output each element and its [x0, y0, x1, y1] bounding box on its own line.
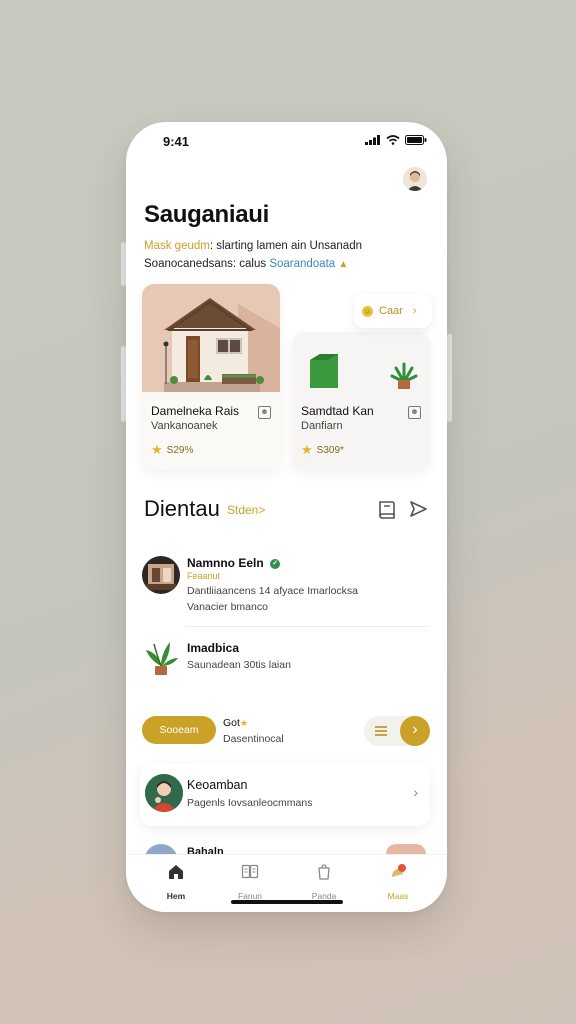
star-icon: ★ [151, 442, 163, 457]
coin-chip[interactable]: ☺ Caar › [354, 294, 432, 328]
row-tag: Feaanut [187, 571, 221, 581]
action-subtitle: Dasentinocal [223, 733, 284, 745]
room-thumbnail [142, 556, 180, 594]
list-item[interactable]: Imadbica Saunadean 30tis laian [142, 638, 432, 680]
home-icon [169, 865, 183, 879]
person-thumbnail [145, 774, 183, 812]
divider [186, 626, 428, 627]
list-item-card[interactable]: Keoamban Pagenls Iovsanleocmmans › [140, 764, 430, 826]
subtitle-accent: Mask geudm [144, 240, 210, 252]
bookmark-icon[interactable]: ☻ [408, 406, 421, 419]
status-time: 9:41 [163, 134, 190, 149]
verified-icon: ✓ [270, 558, 281, 569]
property-card[interactable]: Samdtad Kan Danfiarn ★ S309* ☻ [292, 332, 430, 470]
power-button [447, 334, 452, 422]
row-name: Imadbica [187, 641, 240, 655]
wifi-icon [386, 135, 400, 145]
row-name-text: Namnno Eeln [187, 556, 264, 570]
tab-maps[interactable]: Maas [373, 863, 423, 901]
home-indicator [231, 900, 343, 904]
tab-forum[interactable]: Fanun [225, 863, 275, 901]
signal-icon [365, 135, 380, 145]
thumbs-up-icon: ▲ [338, 259, 349, 270]
view-toggle[interactable]: › [364, 716, 430, 746]
chevron-right-icon: › [412, 305, 417, 317]
action-title-text: Got [223, 717, 240, 729]
action-title: Got★ [223, 717, 248, 729]
page-subtitle-2: Soanocanedsans: calus Soarandoata ▲ [144, 258, 348, 270]
person-image [145, 774, 183, 812]
plant-thumbnail [142, 638, 180, 676]
section-link[interactable]: Stden> [227, 503, 265, 517]
star-icon: ★ [301, 442, 313, 457]
send-icon[interactable] [408, 499, 428, 519]
room-image [142, 556, 180, 594]
subtitle-text: : slarting lamen ain Unsanadn [209, 240, 362, 252]
subtitle2-link[interactable]: Soarandoata [269, 258, 335, 270]
chip-label: Caar [379, 305, 403, 317]
row-line: Dantliiaancens 14 afyace Imarlocksa [187, 585, 359, 597]
card-price: ★ S309* [301, 442, 344, 458]
list-icon[interactable] [374, 724, 388, 738]
row-line: Saunadean 30tis laian [187, 659, 291, 671]
page-subtitle: Mask geudm: slarting lamen ain Unsanadn [144, 240, 362, 252]
house-image [142, 284, 280, 392]
chevron-right-icon[interactable]: › [413, 784, 418, 800]
row-name: Namnno Eeln ✓ [187, 556, 281, 570]
card-price-value: S29% [166, 444, 194, 456]
book-icon[interactable] [377, 499, 397, 519]
tab-label: Maas [387, 891, 409, 901]
tab-home[interactable]: Hem [151, 863, 201, 901]
list-card-name: Keoamban [187, 778, 248, 792]
avatar-icon [403, 167, 427, 191]
card-price: ★ S29% [151, 442, 193, 458]
plant-image [146, 642, 178, 675]
coin-icon: ☺ [362, 305, 373, 317]
primary-action-button[interactable]: Sooeam [142, 716, 216, 744]
tab-panda[interactable]: Panda [299, 863, 349, 901]
next-arrow-button[interactable]: › [400, 716, 430, 746]
profile-avatar[interactable] [403, 167, 427, 191]
battery-icon [405, 135, 427, 145]
status-bar: 9:41 [126, 122, 447, 162]
row-line: Vanacier bmanco [187, 601, 268, 613]
page-title: Sauganiaui [144, 201, 270, 228]
list-card-subtitle: Pagenls Iovsanleocmmans [187, 797, 313, 809]
card-subtitle: Vankanoanek [151, 420, 218, 432]
subtitle2-text: Soanocanedsans: calus [144, 258, 270, 270]
star-icon: ★ [239, 718, 249, 728]
card-title: Samdtad Kan [301, 404, 374, 418]
bookmark-icon[interactable]: ☻ [258, 406, 271, 419]
card-subtitle: Danfiarn [301, 420, 343, 432]
bag-icon [318, 864, 330, 880]
book-icon [241, 864, 259, 879]
status-icons [365, 135, 427, 145]
list-item[interactable]: Namnno Eeln ✓ Feaanut Dantliiaancens 14 … [142, 556, 432, 616]
card-title: Damelneka Rais [151, 404, 240, 418]
section-title: Dientau [144, 496, 220, 521]
map-pin-icon [392, 864, 406, 877]
plants-image [292, 332, 430, 394]
property-card[interactable]: Damelneka Rais Vankanoanek ★ S29% ☻ [142, 284, 280, 470]
card-price-value: S309* [316, 444, 344, 456]
phone-screen: 9:41 Sauganiaui Mask geudm: slarting lam… [126, 122, 447, 912]
tab-label: Hem [166, 891, 186, 901]
